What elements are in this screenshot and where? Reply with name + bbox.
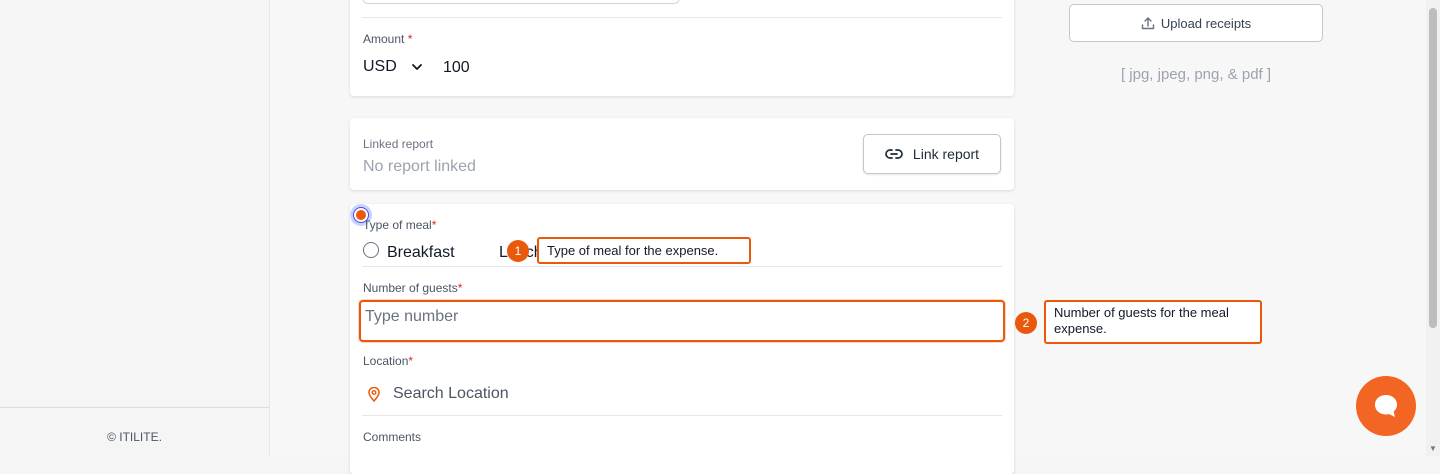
currency-select[interactable]: USD	[363, 58, 397, 76]
comments-label: Comments	[363, 430, 422, 444]
link-icon	[885, 149, 903, 159]
annotation-callout-2: Number of guests for the meal expense.	[1044, 300, 1262, 344]
annotation-badge-1: 1	[507, 240, 529, 262]
meal-type-label: Type of meal*	[363, 218, 437, 232]
chat-bubble-icon	[1375, 395, 1397, 417]
location-pin-icon	[368, 387, 380, 402]
divider	[362, 266, 1002, 267]
breakfast-radio[interactable]	[363, 242, 379, 258]
upload-receipts-button[interactable]: Upload receipts	[1069, 4, 1323, 42]
link-report-button[interactable]: Link report	[863, 134, 1001, 174]
previous-field-input[interactable]	[362, 0, 680, 4]
linked-report-label: Linked report	[363, 137, 434, 151]
annotation-badge-2: 2	[1015, 312, 1037, 334]
divider	[362, 17, 1002, 18]
copyright-text: © ITILITE.	[107, 430, 162, 444]
linked-report-status: No report linked	[363, 158, 476, 175]
upload-receipts-label: Upload receipts	[1160, 15, 1252, 31]
location-label: Location*	[363, 354, 414, 368]
scrollbar-thumb[interactable]	[1429, 8, 1437, 328]
location-search-input[interactable]: Search Location	[393, 385, 509, 403]
main-content: Amount * USD 100 Linked report No report…	[270, 0, 1426, 474]
breakfast-label[interactable]: Breakfast	[387, 244, 455, 262]
sidebar: © ITILITE.	[0, 0, 270, 456]
chat-widget-button[interactable]	[1356, 376, 1416, 436]
scroll-down-arrow-icon[interactable]: ▼	[1429, 444, 1437, 453]
chevron-down-icon[interactable]	[410, 60, 424, 74]
upload-icon	[1141, 17, 1155, 30]
linked-report-card: Linked report No report linked Link repo…	[350, 118, 1014, 190]
amount-card: Amount * USD 100	[350, 0, 1014, 96]
amount-label: Amount *	[363, 32, 413, 46]
sidebar-divider	[0, 407, 269, 408]
divider	[362, 415, 1002, 416]
amount-input[interactable]: 100	[443, 59, 470, 77]
annotation-callout-1: Type of meal for the expense.	[537, 237, 751, 264]
guests-input[interactable]: Type number	[359, 300, 1005, 342]
guests-label: Number of guests*	[363, 281, 463, 295]
file-types-hint: [ jpg, jpeg, png, & pdf ]	[1120, 66, 1272, 83]
scrollbar[interactable]: ▼	[1426, 0, 1440, 456]
link-report-label: Link report	[912, 146, 980, 162]
